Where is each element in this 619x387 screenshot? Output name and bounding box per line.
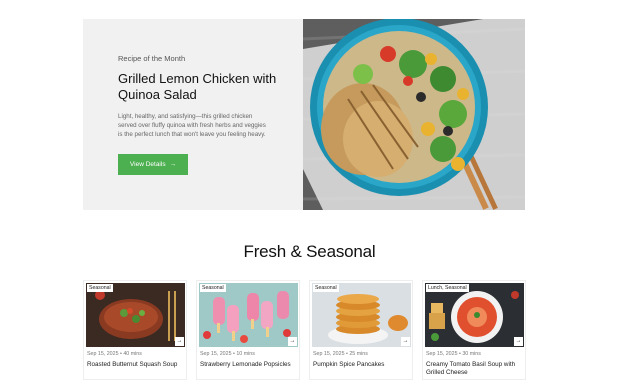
arrow-right-icon[interactable]: →: [288, 337, 297, 346]
view-details-button[interactable]: View Details →: [118, 154, 188, 175]
recipe-time: 10 mins: [236, 351, 255, 357]
category-tag: Seasonal: [87, 284, 113, 292]
recipe-thumbnail[interactable]: Lunch, Seasonal →: [425, 283, 524, 347]
recipe-title[interactable]: Strawberry Lemonade Popsicles: [200, 361, 300, 369]
recipe-date: Sep 15, 2025: [313, 351, 345, 357]
recipe-time: 25 mins: [349, 351, 368, 357]
recipe-thumbnail[interactable]: Seasonal →: [86, 283, 185, 347]
recipe-card[interactable]: Seasonal → Sep 15, 2025 • 40 mins Roaste…: [83, 280, 187, 380]
arrow-right-icon: →: [169, 161, 177, 168]
recipe-date: Sep 15, 2025: [87, 351, 119, 357]
recipe-thumbnail[interactable]: Seasonal →: [312, 283, 411, 347]
recipe-card[interactable]: Seasonal → Sep 15, 2025 • 25 mins Pumpki…: [309, 280, 413, 380]
hero-description: Light, healthy, and satisfying—this gril…: [118, 113, 266, 139]
recipe-title[interactable]: Roasted Butternut Squash Soup: [87, 361, 187, 369]
recipe-card[interactable]: Seasonal → Sep 15, 2025 • 10 mins Strawb…: [196, 280, 300, 380]
recipe-meta: Sep 15, 2025 • 30 mins: [426, 351, 481, 357]
recipe-title[interactable]: Pumpkin Spice Pancakes: [313, 361, 413, 369]
recipe-meta: Sep 15, 2025 • 10 mins: [200, 351, 255, 357]
category-tag: Seasonal: [200, 284, 226, 292]
hero-title: Grilled Lemon Chicken with Quinoa Salad: [118, 71, 277, 102]
hero-image: [303, 19, 525, 210]
hero-text-panel: Recipe of the Month Grilled Lemon Chicke…: [83, 19, 303, 210]
chicken-quinoa-bowl-photo: [303, 19, 525, 210]
pumpkin-pancakes-photo: [312, 283, 411, 347]
hero-eyebrow: Recipe of the Month: [118, 54, 186, 63]
recipe-thumbnail[interactable]: Seasonal →: [199, 283, 298, 347]
arrow-right-icon[interactable]: →: [401, 337, 410, 346]
category-tag: Seasonal: [313, 284, 339, 292]
recipe-time: 40 mins: [123, 351, 142, 357]
view-details-label: View Details: [129, 161, 166, 168]
arrow-right-icon[interactable]: →: [175, 337, 184, 346]
recipe-card[interactable]: Lunch, Seasonal → Sep 15, 2025 • 30 mins…: [422, 280, 526, 380]
section-title: Fresh & Seasonal: [243, 242, 376, 261]
featured-recipe-hero: Recipe of the Month Grilled Lemon Chicke…: [83, 19, 525, 210]
arrow-right-icon[interactable]: →: [514, 337, 523, 346]
strawberry-popsicles-photo: [199, 283, 298, 347]
category-tag: Lunch, Seasonal: [426, 284, 469, 292]
recipe-card-list: Seasonal → Sep 15, 2025 • 40 mins Roaste…: [83, 280, 526, 380]
recipe-time: 30 mins: [462, 351, 481, 357]
recipe-date: Sep 15, 2025: [426, 351, 458, 357]
tomato-soup-photo: [425, 283, 524, 347]
recipe-meta: Sep 15, 2025 • 40 mins: [87, 351, 142, 357]
recipe-title[interactable]: Creamy Tomato Basil Soup with Grilled Ch…: [426, 361, 526, 377]
butternut-squash-soup-photo: [86, 283, 185, 347]
recipe-date: Sep 15, 2025: [200, 351, 232, 357]
recipe-meta: Sep 15, 2025 • 25 mins: [313, 351, 368, 357]
